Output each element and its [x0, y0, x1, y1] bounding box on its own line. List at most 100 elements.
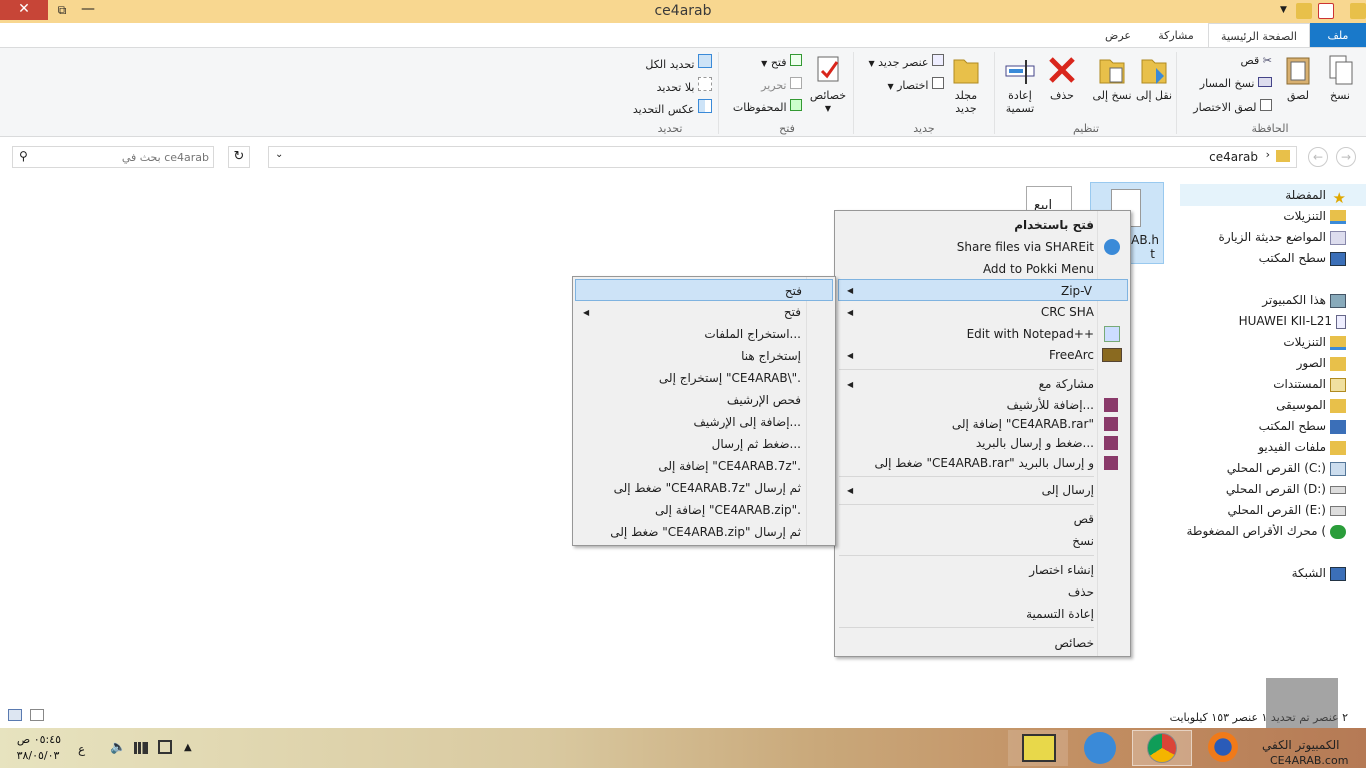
back-arrow-icon[interactable]: → — [1336, 147, 1356, 167]
menu-item-create-shortcut[interactable]: إنشاء اختصار — [1029, 559, 1094, 581]
details-view-icon[interactable] — [8, 709, 22, 721]
history-button[interactable]: المحفوظات — [724, 99, 802, 114]
submenu-item-compress-zip-send[interactable]: ضغط إلى "CE4ARAB.zip" ثم إرسال — [610, 521, 801, 543]
close-button[interactable]: ✕ — [0, 0, 48, 20]
nav-item-phone[interactable]: HUAWEI KII-L21 — [1239, 314, 1346, 329]
paste-shortcut-button[interactable]: لصق الاختصار — [1180, 99, 1272, 114]
nav-item-documents[interactable]: المستندات — [1273, 377, 1346, 392]
restore-button[interactable]: ⧉ — [50, 0, 74, 20]
copy-button[interactable]: نسخ — [1320, 54, 1360, 102]
volume-icon[interactable]: 🔈 — [110, 740, 126, 755]
winrar-icon — [1104, 398, 1118, 412]
menu-item-pokki[interactable]: Add to Pokki Menu — [983, 258, 1094, 280]
nav-item-desktop[interactable]: سطح المكتب — [1259, 251, 1346, 266]
open-group-label: فتح — [779, 122, 795, 135]
taskbar-app-shareit[interactable] — [1070, 730, 1130, 766]
select-none-button[interactable]: بلا تحديد — [622, 77, 712, 94]
easy-access-button[interactable]: ▼ اختصار — [858, 77, 944, 92]
paste-button[interactable]: لصق — [1278, 54, 1318, 102]
menu-item-rename[interactable]: إعادة التسمية — [1026, 603, 1094, 625]
menu-item-compress-email[interactable]: ضغط و إرسال بالبريد... — [976, 432, 1094, 454]
submenu-item-compress-send[interactable]: ضغط ثم إرسال... — [712, 433, 801, 455]
menu-item-open-with[interactable]: فتح باستخدام — [1014, 214, 1094, 236]
submenu-item-open-sub[interactable]: فتح — [784, 301, 801, 323]
submenu-item-extract-to[interactable]: إستخراج إلى "CE4ARAB\". — [659, 367, 801, 389]
menu-item-compress-rar-email[interactable]: ضغط إلى "CE4ARAB.rar" و إرسال بالبريد — [874, 452, 1094, 474]
nav-item-recent[interactable]: المواضع حديثة الزيارة — [1219, 230, 1346, 245]
tab-home[interactable]: الصفحة الرئيسية — [1208, 23, 1310, 48]
qat-properties-icon[interactable] — [1318, 3, 1334, 19]
battery-icon[interactable] — [158, 740, 172, 754]
taskbar-app-firefox[interactable] — [1194, 730, 1254, 766]
nav-item-drive-c[interactable]: القرص المحلي (C:) — [1227, 461, 1346, 476]
copy-to-button[interactable]: نسخ إلى — [1092, 54, 1132, 102]
search-box[interactable]: ⚲ — [12, 146, 214, 168]
select-all-button[interactable]: تحديد الكل — [622, 54, 712, 71]
taskbar-app-chrome[interactable] — [1132, 730, 1192, 766]
delete-button[interactable]: حذف — [1042, 54, 1082, 102]
clock-date[interactable]: ٣٨/٠٥/٠٣ — [12, 749, 64, 762]
nav-item-pictures[interactable]: الصور — [1297, 356, 1346, 371]
menu-item-7zip[interactable]: Zip-V — [838, 279, 1128, 301]
taskbar-app-kmplayer[interactable] — [1008, 730, 1068, 766]
menu-item-shareit[interactable]: Share files via SHAREit — [957, 236, 1094, 258]
nav-item-music[interactable]: الموسيقى — [1276, 398, 1346, 413]
properties-button[interactable]: خصائص ▼ — [806, 54, 850, 115]
scissors-icon: ✂ — [1262, 54, 1272, 67]
nav-item-videos[interactable]: ملفات الفيديو — [1258, 440, 1346, 455]
menu-item-cut[interactable]: قص — [1074, 508, 1094, 530]
move-to-button[interactable]: نقل إلى — [1134, 54, 1174, 102]
refresh-icon[interactable]: ↻ — [228, 146, 250, 168]
submenu-item-open[interactable]: فتح — [575, 279, 833, 301]
tab-share[interactable]: مشاركة — [1148, 23, 1204, 48]
nav-item-drive-d[interactable]: القرص المحلي (D:) — [1226, 482, 1346, 496]
nav-item-favorites[interactable]: المفضلة ★ — [1285, 188, 1346, 207]
new-folder-button[interactable]: مجلد جديد — [946, 54, 986, 115]
address-bar[interactable]: › ce4arab ⌄ — [268, 146, 1297, 168]
copy-to-label: نسخ إلى — [1092, 89, 1132, 102]
submenu-item-add-zip[interactable]: إضافة إلى "CE4ARAB.zip". — [655, 499, 801, 521]
qat-dropdown-icon[interactable]: ▼ — [1280, 5, 1296, 21]
tab-view[interactable]: عرض — [1092, 23, 1144, 48]
submenu-item-compress-7z-send[interactable]: ضغط إلى "CE4ARAB.7z" ثم إرسال — [614, 477, 801, 499]
menu-item-send-to[interactable]: إرسال إلى — [1042, 479, 1094, 501]
nav-item-dvd[interactable]: محرك الأقراص المضغوطة ( — [1180, 524, 1346, 539]
submenu-item-extract-files[interactable]: استخراج الملفات... — [704, 323, 801, 345]
nav-item-downloads[interactable]: التنزيلات — [1283, 209, 1346, 224]
rename-button[interactable]: إعادة تسمية — [998, 54, 1042, 115]
nav-item-this-pc[interactable]: هذا الكمبيوتر — [1262, 293, 1346, 308]
qat-folder-icon[interactable] — [1296, 3, 1312, 19]
nav-item-network[interactable]: الشبكة — [1292, 566, 1346, 581]
signal-icon[interactable] — [134, 742, 148, 754]
minimize-button[interactable]: — — [76, 0, 100, 20]
edit-button[interactable]: تحرير — [724, 77, 802, 92]
menu-item-notepadpp[interactable]: Edit with Notepad++ — [967, 323, 1094, 345]
menu-item-properties[interactable]: خصائص — [1054, 632, 1094, 654]
submenu-item-add-archive[interactable]: إضافة إلى الإرشيف... — [694, 411, 802, 433]
new-item-button[interactable]: ▼ عنصر جديد — [858, 54, 944, 69]
tab-file[interactable]: ملف — [1310, 23, 1366, 48]
nav-item-drive-e[interactable]: القرص المحلي (E:) — [1228, 503, 1346, 517]
menu-item-copy[interactable]: نسخ — [1072, 530, 1094, 552]
invert-selection-button[interactable]: عكس التحديد — [622, 99, 712, 116]
breadcrumb-path[interactable]: ce4arab — [1209, 150, 1258, 164]
menu-item-freearc[interactable]: FreeArc — [1049, 344, 1094, 366]
copy-path-button[interactable]: نسخ المسار — [1180, 77, 1272, 90]
menu-item-crc-sha[interactable]: CRC SHA — [1041, 301, 1094, 323]
menu-item-delete[interactable]: حذف — [1068, 581, 1094, 603]
submenu-item-extract-here[interactable]: إستخراج هنا — [741, 345, 801, 367]
nav-item-pc-desktop[interactable]: سطح المكتب — [1259, 419, 1346, 434]
open-button[interactable]: ▼ فتح — [724, 54, 802, 69]
cut-button[interactable]: قص ✂ — [1180, 54, 1272, 67]
menu-item-share-with[interactable]: مشاركة مع — [1039, 373, 1094, 395]
submenu-item-test[interactable]: فحص الإرشيف — [727, 389, 801, 411]
large-icons-view-icon[interactable] — [30, 709, 44, 721]
nav-item-pc-downloads[interactable]: التنزيلات — [1283, 335, 1346, 350]
submenu-item-add-7z[interactable]: إضافة إلى "CE4ARAB.7z". — [658, 455, 801, 477]
forward-arrow-icon[interactable]: ← — [1308, 147, 1328, 167]
show-hidden-icons[interactable]: ▲ — [184, 742, 192, 753]
address-dropdown-icon[interactable]: ⌄ — [275, 149, 283, 160]
clock-time[interactable]: ٠٥:٤٥ ص — [14, 733, 64, 746]
search-input[interactable] — [37, 148, 209, 166]
language-indicator[interactable]: ع — [78, 742, 85, 756]
